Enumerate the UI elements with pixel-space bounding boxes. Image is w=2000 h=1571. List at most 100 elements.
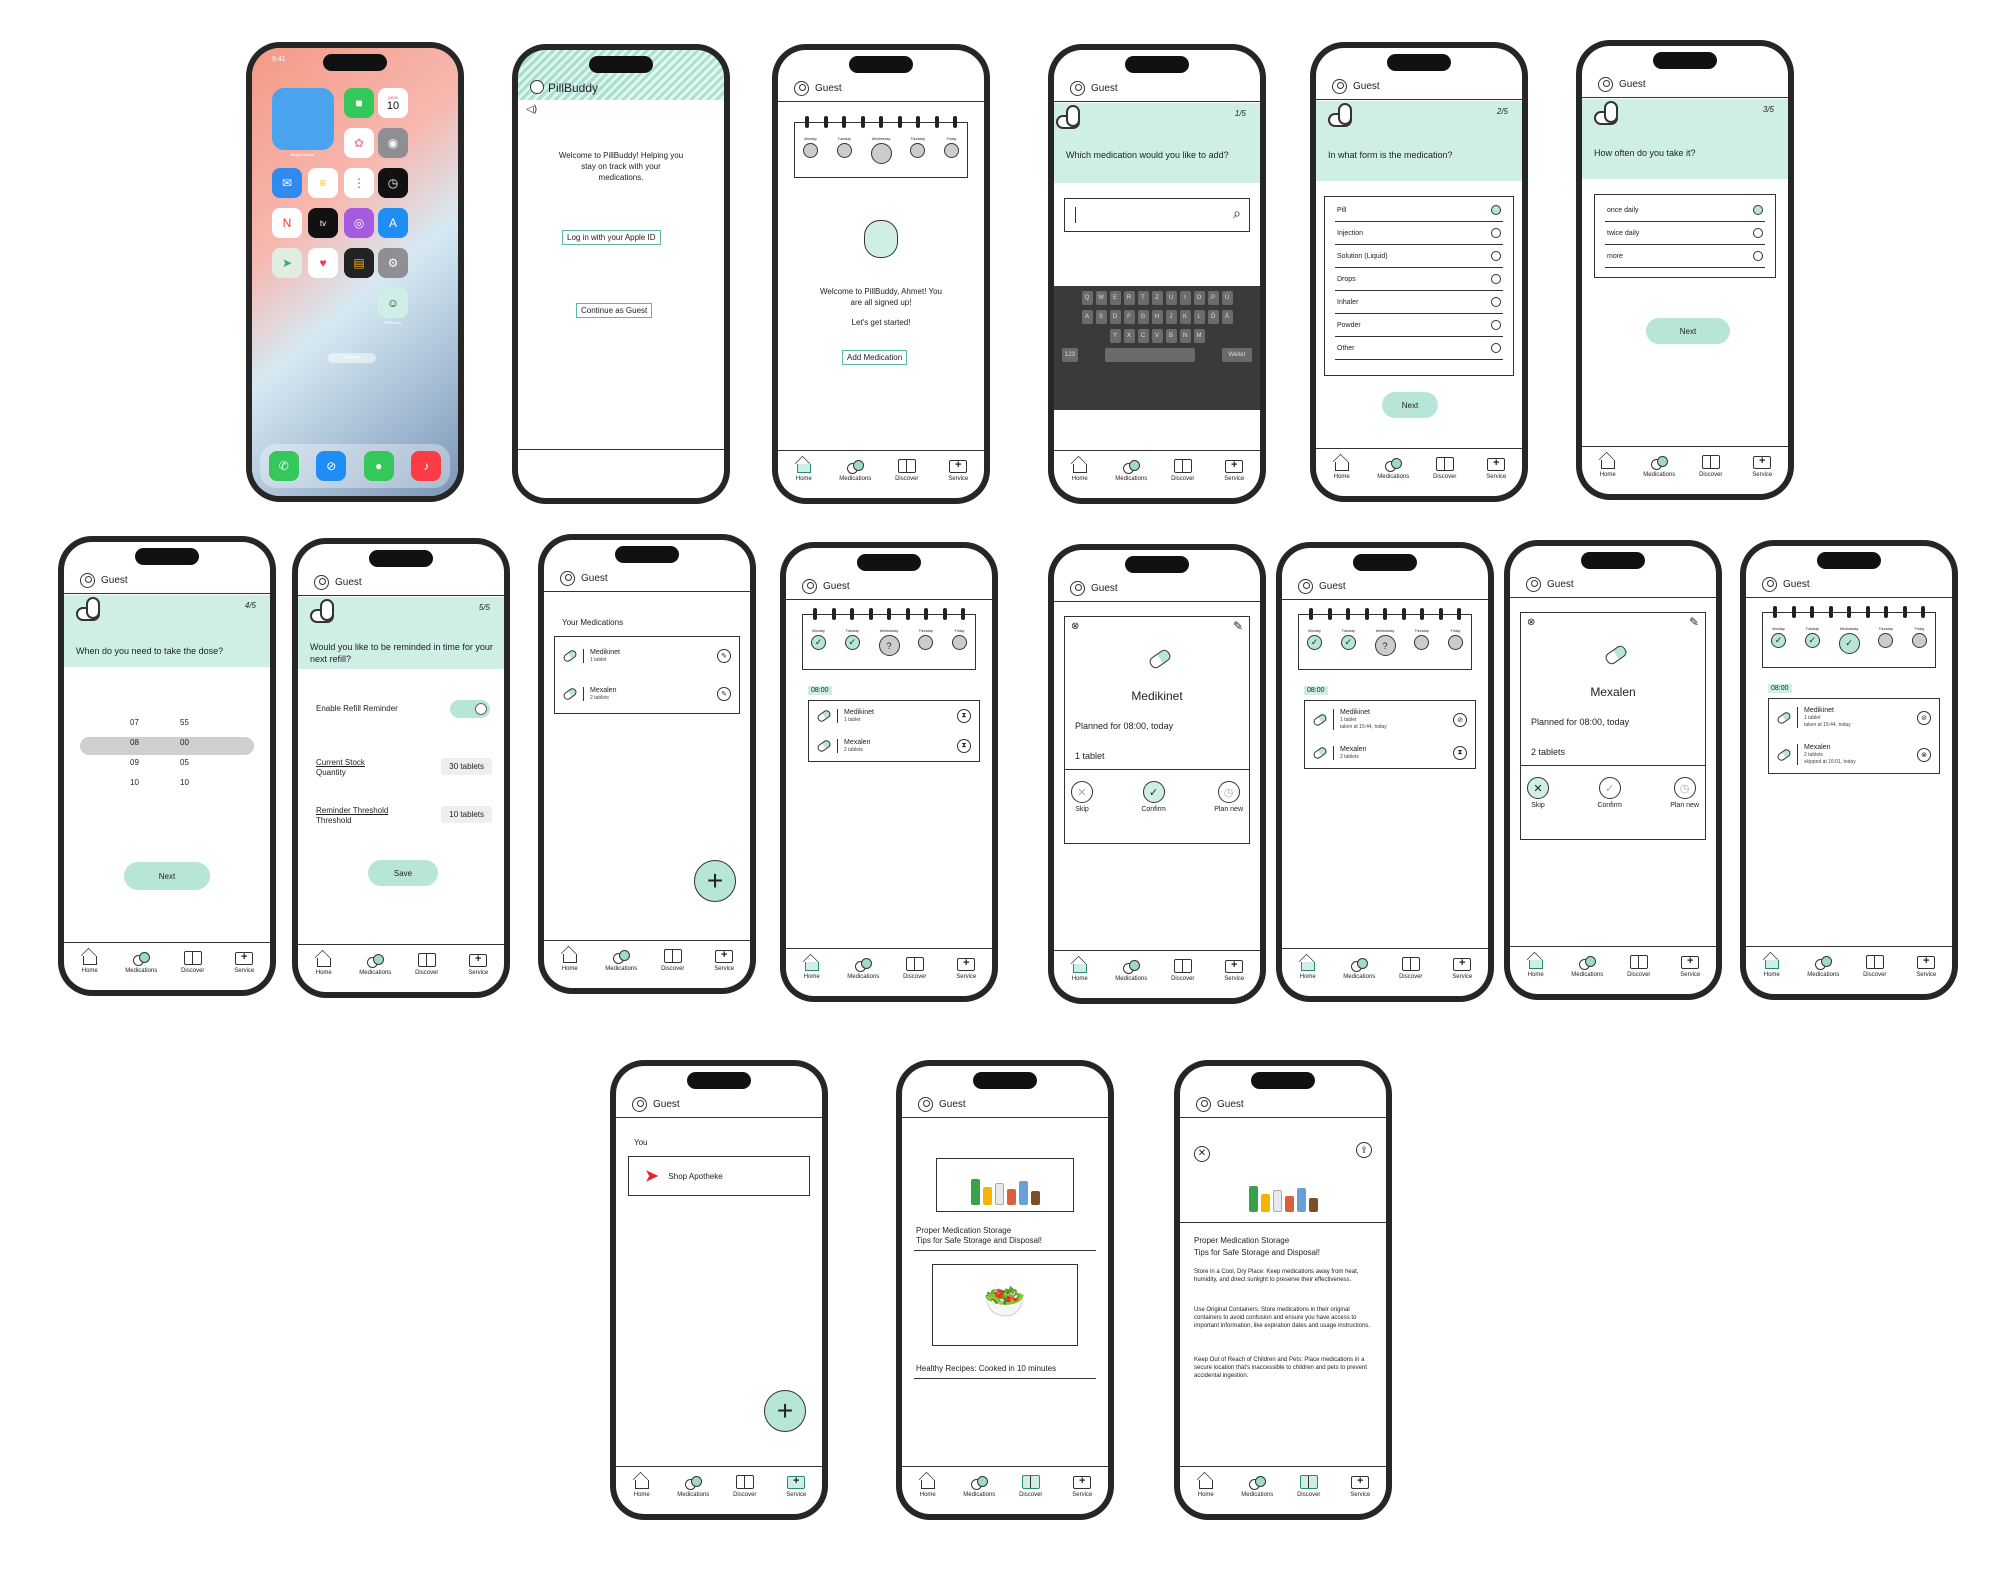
nav-discover[interactable]: Discover (1011, 1475, 1051, 1498)
search-input[interactable]: ⌕ (1064, 198, 1250, 232)
keyboard-key[interactable]: J (1165, 310, 1177, 324)
week-calendar[interactable]: Monday ✓ Tuesday ✓ Wednesday? Thursday Fri… (802, 608, 976, 670)
reminders-icon[interactable]: ⋮ (344, 168, 374, 198)
keyboard-key[interactable]: Ü (1221, 291, 1233, 305)
settings-icon[interactable]: ⚙ (378, 248, 408, 278)
confirm-button[interactable]: ✓ Confirm (1141, 781, 1166, 813)
user-icon[interactable] (918, 1097, 933, 1112)
user-icon[interactable] (1298, 579, 1313, 594)
day-thursday[interactable]: Thursday (910, 137, 926, 164)
user-icon[interactable] (1070, 581, 1085, 596)
keyboard-row-1[interactable]: QWERTZUIOPÜ (1054, 291, 1260, 305)
day-wednesday[interactable]: Wednesday? (1374, 629, 1396, 656)
speaker-icon[interactable]: ◁) (526, 104, 537, 115)
list-item[interactable]: Medikinet 1 tablet taken at 15:44, today ⊘ (1769, 699, 1939, 736)
add-button[interactable]: + (764, 1390, 806, 1432)
news-icon[interactable]: N (272, 208, 302, 238)
keyboard-key[interactable]: Ö (1207, 310, 1219, 324)
music-icon[interactable]: ♪ (411, 451, 442, 481)
keyboard-key[interactable]: C (1137, 329, 1149, 343)
health-icon[interactable]: ♥ (308, 248, 338, 278)
day-wednesday[interactable]: Wednesday (870, 137, 892, 164)
option-powder[interactable]: Powder (1335, 314, 1503, 337)
plan-new-button[interactable]: ◷ Plan new (1214, 781, 1243, 813)
apple-login-button[interactable]: Log in with your Apple ID (562, 230, 661, 245)
nav-medications[interactable]: Medications (843, 957, 883, 980)
safari-icon[interactable]: ⊘ (316, 451, 347, 481)
keyboard-key[interactable]: W (1095, 291, 1107, 305)
keyboard-key[interactable]: Q (1081, 291, 1093, 305)
nav-medications[interactable]: Medications (1567, 955, 1607, 978)
threshold-value[interactable]: 10 tablets (441, 806, 492, 823)
nav-home[interactable]: Home (908, 1475, 948, 1498)
option-pill[interactable]: Pill (1335, 199, 1503, 222)
keyboard-key[interactable]: L (1193, 310, 1205, 324)
list-item[interactable]: Medikinet 1 tablet ⧗ (809, 701, 979, 731)
day-thursday[interactable]: Thursday (918, 629, 934, 656)
nav-medications[interactable]: Medications (1237, 1475, 1277, 1498)
nav-medications[interactable]: Medications (1111, 459, 1151, 482)
edit-icon[interactable]: ✎ (1233, 619, 1243, 633)
nav-home[interactable]: Home (1186, 1475, 1226, 1498)
keyboard-key[interactable]: G (1137, 310, 1149, 324)
keyboard-row-3[interactable]: YXCVBNM (1054, 329, 1260, 343)
nav-home[interactable]: Home (550, 949, 590, 972)
plan-new-button[interactable]: ◷ Plan new (1670, 777, 1699, 809)
nav-home[interactable]: Home (1060, 959, 1100, 982)
nav-medications[interactable]: Medications (355, 953, 395, 976)
keyboard-key[interactable]: B (1165, 329, 1177, 343)
pillbuddy-app-icon[interactable]: ☺ (378, 288, 408, 318)
keyboard-key[interactable]: U (1165, 291, 1177, 305)
keyboard-key[interactable]: V (1151, 329, 1163, 343)
mail-icon[interactable]: ✉ (272, 168, 302, 198)
kb-return-key[interactable]: Weiter (1222, 348, 1252, 362)
nav-discover[interactable]: Discover (653, 949, 693, 972)
user-icon[interactable] (1598, 77, 1613, 92)
keyboard-key[interactable]: Y (1109, 329, 1121, 343)
edit-icon[interactable]: ✎ (1689, 615, 1699, 629)
user-icon[interactable] (1526, 577, 1541, 592)
keyboard-key[interactable]: N (1179, 329, 1191, 343)
option-other[interactable]: Other (1335, 337, 1503, 360)
stock-value[interactable]: 30 tablets (441, 758, 492, 775)
keyboard-key[interactable]: P (1207, 291, 1219, 305)
article2-title[interactable]: Healthy Recipes: Cooked in 10 minutes (916, 1364, 1098, 1374)
add-button[interactable]: + (694, 860, 736, 902)
spotlight-search[interactable]: Search (328, 353, 376, 363)
list-item[interactable]: Mexalen 2 tablets ✎ (555, 675, 739, 713)
nav-home[interactable]: Home (70, 951, 110, 974)
nav-service[interactable]: Service (224, 951, 264, 974)
article1-subtitle[interactable]: Tips for Safe Storage and Disposal! (916, 1236, 1098, 1246)
user-icon[interactable] (802, 579, 817, 594)
list-item[interactable]: Medikinet 1 tablet taken at 15:44, today ⊘ (1305, 701, 1475, 738)
nav-service[interactable]: Service (704, 949, 744, 972)
keyboard-row-2[interactable]: ASDFGHJKLÖÄ (1054, 310, 1260, 324)
capsule-status-icon[interactable]: ⊘ (1917, 710, 1931, 725)
nav-discover[interactable]: Discover (173, 951, 213, 974)
nav-home[interactable]: Home (622, 1475, 662, 1498)
maps-icon[interactable]: ➤ (272, 248, 302, 278)
confirm-button[interactable]: ✓ Confirm (1597, 777, 1622, 809)
capsule-status-icon[interactable]: ⊘ (1453, 712, 1467, 727)
nav-discover[interactable]: Discover (1691, 455, 1731, 478)
nav-service[interactable]: Service (1670, 955, 1710, 978)
save-button[interactable]: Save (368, 860, 438, 886)
search-icon[interactable]: ⌕ (1233, 205, 1241, 222)
nav-service[interactable]: Service (938, 459, 978, 482)
notes-icon[interactable]: ≡ (308, 168, 338, 198)
close-icon[interactable]: ✕ (1194, 1146, 1210, 1162)
nav-discover[interactable]: Discover (1391, 957, 1431, 980)
nav-service[interactable]: Service (458, 953, 498, 976)
nav-service[interactable]: Service (776, 1475, 816, 1498)
nav-discover[interactable]: Discover (895, 957, 935, 980)
day-tuesday[interactable]: Tuesday ✓ (844, 629, 860, 656)
day-friday[interactable]: Friday (1448, 629, 1463, 656)
nav-home[interactable]: Home (304, 953, 344, 976)
kb-123-key[interactable]: 123 (1062, 348, 1078, 362)
nav-home[interactable]: Home (1060, 459, 1100, 482)
nav-service[interactable]: Service (1214, 459, 1254, 482)
nav-medications[interactable]: Medications (1803, 955, 1843, 978)
nav-discover[interactable]: Discover (1855, 955, 1895, 978)
day-tuesday[interactable]: Tuesday (836, 137, 852, 164)
day-monday[interactable]: Monday (803, 137, 818, 164)
